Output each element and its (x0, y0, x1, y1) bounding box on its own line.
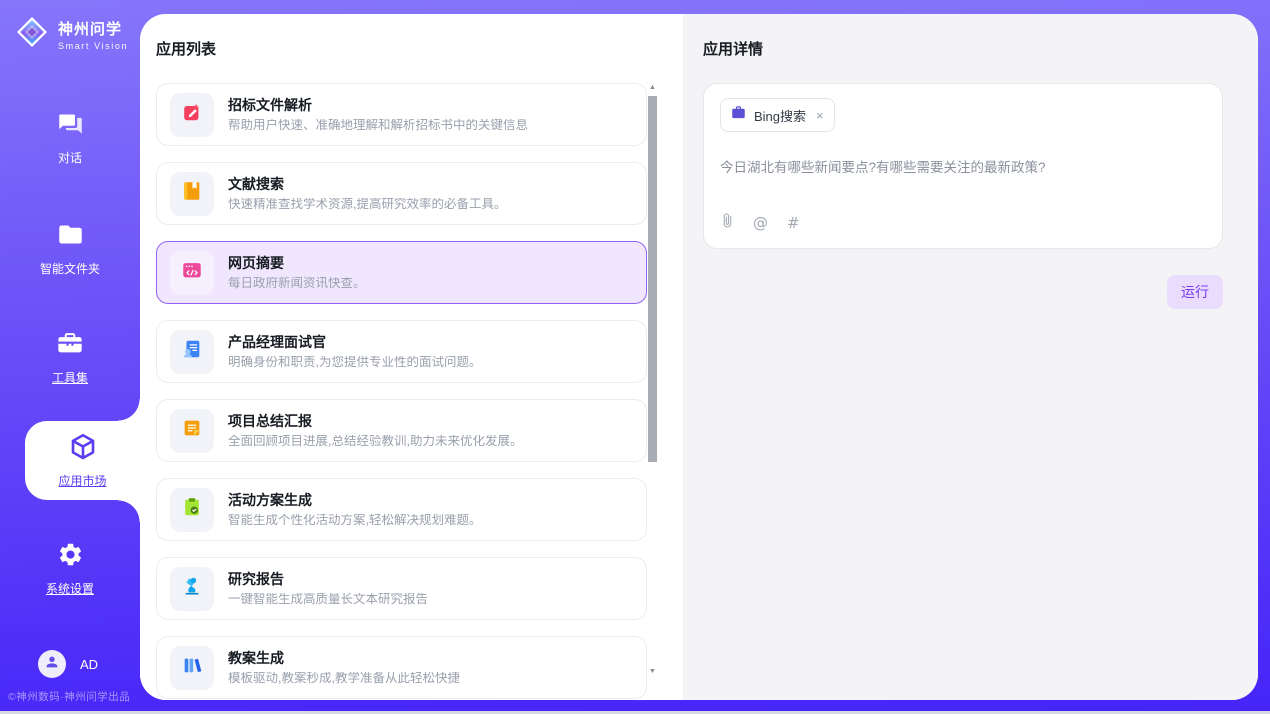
app-list-panel: 应用列表 招标文件解析 帮助用户快速、准确地理解和解析招标书中的关键信息 (140, 14, 683, 700)
browser-code-icon (181, 259, 203, 286)
folder-icon (57, 221, 84, 253)
edit-document-icon (181, 101, 203, 128)
user-account[interactable]: AD (38, 650, 98, 678)
scroll-down-icon[interactable]: ▼ (647, 666, 658, 678)
briefcase-icon (731, 105, 746, 125)
app-title: 网页摘要 (228, 256, 366, 270)
app-detail-title: 应用详情 (703, 38, 1223, 59)
app-detail-panel: 应用详情 Bing搜索 × 今日湖北有哪些新闻要点?有哪些需要关注的最新政策? … (683, 14, 1258, 700)
app-icon-box (170, 409, 214, 453)
plugin-tag-label: Bing搜索 (754, 106, 806, 125)
app-icon-box (170, 172, 214, 216)
copyright-footer: ©神州数码·神州问学出品 (8, 689, 130, 704)
sidebar-item-settings[interactable]: 系统设置 (0, 541, 140, 597)
paperclip-icon[interactable] (721, 212, 734, 234)
app-list: 招标文件解析 帮助用户快速、准确地理解和解析招标书中的关键信息 文献搜索 快速精… (156, 83, 648, 700)
sidebar-item-label: 工具集 (52, 369, 88, 386)
app-title: 文献搜索 (228, 177, 506, 191)
app-card-event-plan[interactable]: 活动方案生成 智能生成个性化活动方案,轻松解决规划难题。 (156, 478, 647, 541)
query-input[interactable]: 今日湖北有哪些新闻要点?有哪些需要关注的最新政策? (720, 158, 1206, 178)
note-icon (181, 417, 203, 444)
sidebar-item-label: 应用市场 (58, 472, 106, 489)
sidebar-item-label: 对话 (58, 149, 82, 166)
app-card-literature-search[interactable]: 文献搜索 快速精准查找学术资源,提高研究效率的必备工具。 (156, 162, 647, 225)
app-card-research-report[interactable]: 研究报告 一键智能生成高质量长文本研究报告 (156, 557, 647, 620)
app-icon-box (170, 646, 214, 690)
app-card-project-summary[interactable]: 项目总结汇报 全面回顾项目进展,总结经验教训,助力未来优化发展。 (156, 399, 647, 462)
app-list-title: 应用列表 (156, 38, 683, 59)
close-icon[interactable]: × (816, 109, 824, 122)
input-toolbar: @ # (721, 212, 800, 234)
run-button[interactable]: 运行 (1167, 275, 1223, 309)
scroll-up-icon[interactable]: ▲ (647, 82, 658, 94)
sidebar-item-app-market[interactable]: 应用市场 (25, 421, 140, 500)
person-icon (44, 654, 60, 675)
diamond-logo-icon (14, 14, 50, 55)
plugin-tag-bing-search[interactable]: Bing搜索 × (720, 98, 835, 132)
at-icon[interactable]: @ (753, 216, 768, 231)
brand-name: 神州问学 Smart Vision (58, 18, 128, 51)
app-card-bid-document-parse[interactable]: 招标文件解析 帮助用户快速、准确地理解和解析招标书中的关键信息 (156, 83, 647, 146)
chat-icon (57, 110, 84, 142)
sidebar-item-label: 系统设置 (46, 580, 94, 597)
research-icon (181, 575, 203, 602)
scrollbar-thumb[interactable] (648, 96, 657, 462)
cube-icon (68, 432, 98, 467)
app-title: 招标文件解析 (228, 98, 528, 112)
app-icon-box (170, 330, 214, 374)
app-card-lesson-plan[interactable]: 教案生成 模板驱动,教案秒成,教学准备从此轻松快捷 (156, 636, 647, 699)
user-name: AD (80, 657, 98, 672)
app-desc: 明确身份和职责,为您提供专业性的面试问题。 (228, 356, 481, 369)
main-content: 应用列表 招标文件解析 帮助用户快速、准确地理解和解析招标书中的关键信息 (140, 14, 1258, 700)
run-row: 运行 (703, 275, 1223, 309)
app-icon-box (170, 488, 214, 532)
app-card-pm-interviewer[interactable]: 产品经理面试官 明确身份和职责,为您提供专业性的面试问题。 (156, 320, 647, 383)
brand-logo: 神州问学 Smart Vision (14, 14, 128, 55)
sidebar-item-toolset[interactable]: 工具集 (0, 329, 140, 386)
app-icon-box (170, 251, 214, 295)
sidebar-item-label: 智能文件夹 (40, 260, 100, 277)
sidebar-item-chat[interactable]: 对话 (0, 110, 140, 166)
app-title: 活动方案生成 (228, 493, 481, 507)
app-desc: 全面回顾项目进展,总结经验教训,助力未来优化发展。 (228, 435, 522, 448)
app-desc: 智能生成个性化活动方案,轻松解决规划难题。 (228, 514, 481, 527)
clipboard-check-icon (181, 496, 203, 523)
sidebar-item-smart-folder[interactable]: 智能文件夹 (0, 221, 140, 277)
gear-icon (57, 541, 84, 573)
book-icon (181, 180, 203, 207)
app-desc: 一键智能生成高质量长文本研究报告 (228, 593, 428, 606)
toolbox-icon (56, 329, 84, 362)
query-card: Bing搜索 × 今日湖北有哪些新闻要点?有哪些需要关注的最新政策? @ # (703, 83, 1223, 249)
app-desc: 模板驱动,教案秒成,教学准备从此轻松快捷 (228, 672, 460, 685)
hash-icon[interactable]: # (787, 216, 800, 231)
app-desc: 每日政府新闻资讯快查。 (228, 277, 366, 290)
app-desc: 快速精准查找学术资源,提高研究效率的必备工具。 (228, 198, 506, 211)
app-title: 项目总结汇报 (228, 414, 522, 428)
app-icon-box (170, 567, 214, 611)
app-title: 产品经理面试官 (228, 335, 481, 349)
interview-icon (181, 338, 203, 365)
books-icon (181, 654, 203, 681)
app-title: 研究报告 (228, 572, 428, 586)
app-title: 教案生成 (228, 651, 460, 665)
app-list-scrollbar: ▲ ▼ (647, 82, 658, 678)
app-icon-box (170, 93, 214, 137)
app-card-web-summary[interactable]: 网页摘要 每日政府新闻资讯快查。 (156, 241, 647, 304)
avatar (38, 650, 66, 678)
app-desc: 帮助用户快速、准确地理解和解析招标书中的关键信息 (228, 119, 528, 132)
sidebar: 神州问学 Smart Vision 对话 智能文件夹 工具集 系统设置 (0, 0, 140, 714)
